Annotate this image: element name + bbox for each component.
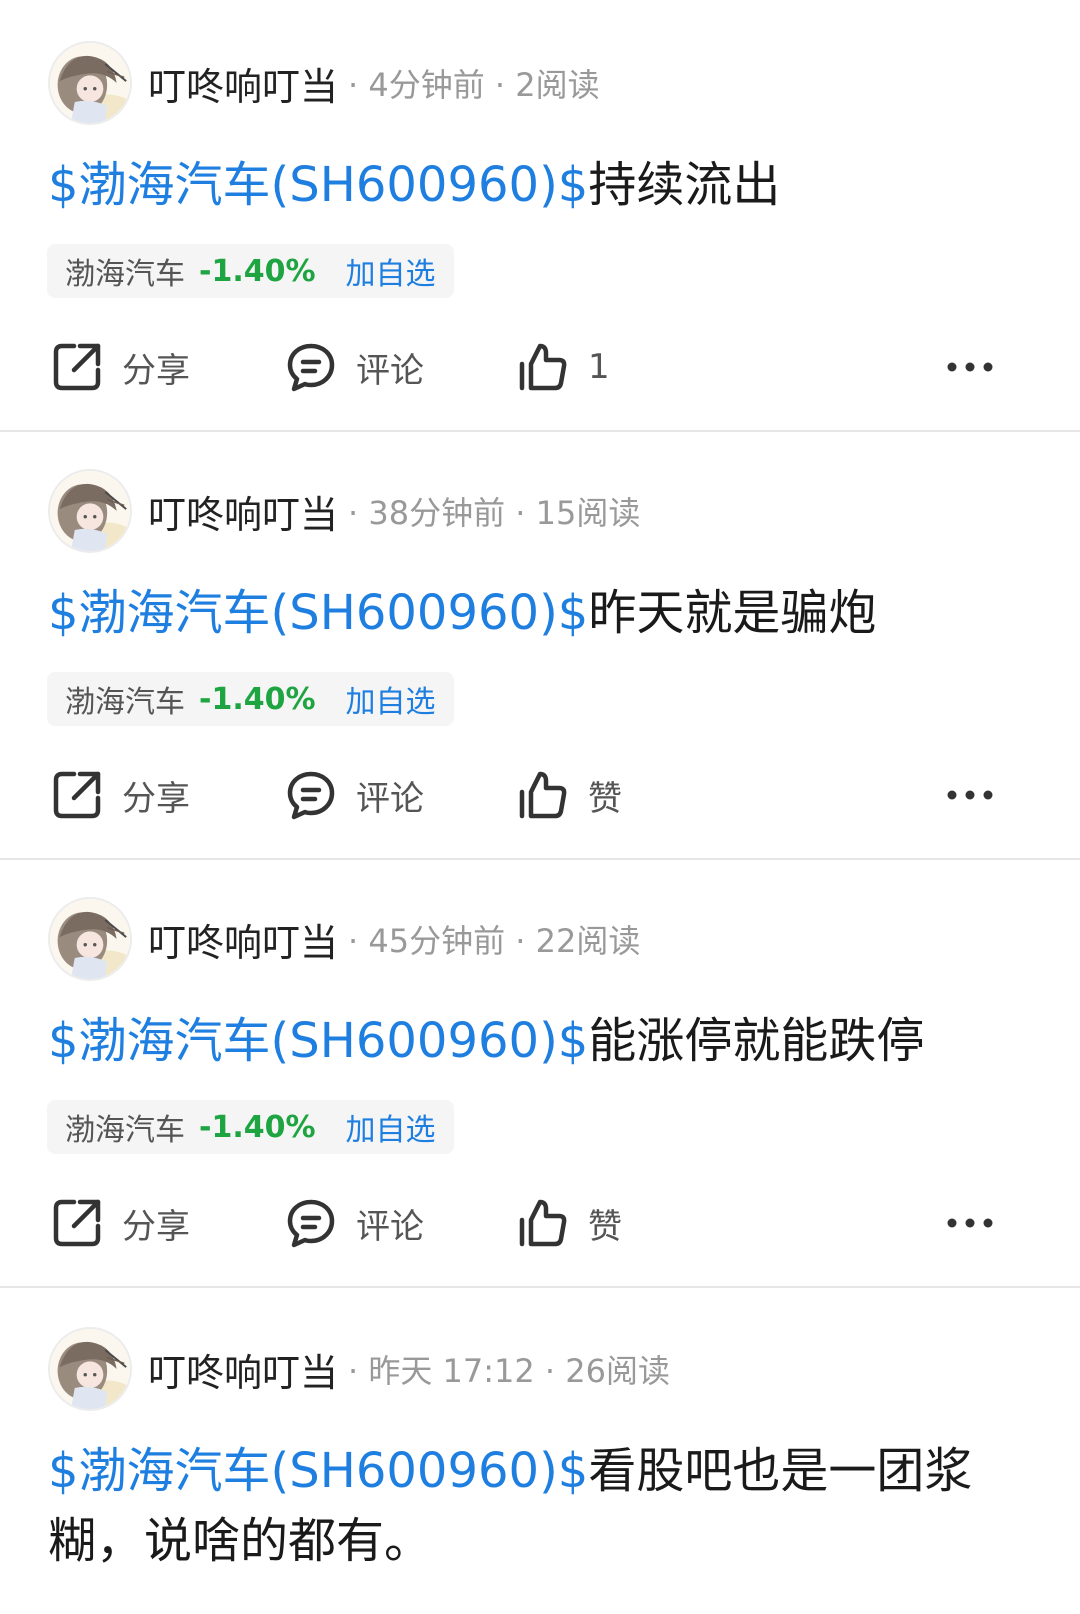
stock-tag-link[interactable]: $渤海汽车(SH600960)$ — [48, 585, 588, 641]
post-actions: 分享 评论 赞 — [50, 760, 1030, 830]
stock-name[interactable]: 渤海汽车 — [65, 677, 185, 721]
comment-button[interactable]: 评论 — [284, 760, 424, 830]
share-label: 分享 — [122, 778, 190, 819]
stock-pill[interactable]: 渤海汽车 -1.40% 加自选 — [47, 1100, 454, 1154]
post-header: 叮咚响叮当 · 38分钟前 · 15阅读 — [48, 466, 640, 556]
comment-label: 评论 — [356, 1206, 424, 1247]
comment-icon — [287, 771, 335, 820]
like-label: 赞 — [588, 1206, 622, 1247]
stock-pill[interactable]: 渤海汽车 -1.40% 加自选 — [47, 244, 454, 298]
share-button[interactable]: 分享 — [50, 332, 190, 402]
share-label: 分享 — [122, 1206, 190, 1247]
author-name[interactable]: 叮咚响叮当 — [148, 484, 338, 539]
share-button[interactable]: 分享 — [50, 1188, 190, 1258]
more-button[interactable] — [940, 1188, 1000, 1258]
more-icon — [947, 362, 993, 372]
post-content[interactable]: $渤海汽车(SH600960)$能涨停就能跌停 — [48, 1006, 1040, 1076]
share-icon — [53, 1199, 101, 1247]
stock-tag-link[interactable]: $渤海汽车(SH600960)$ — [48, 1443, 588, 1499]
stock-name[interactable]: 渤海汽车 — [65, 1105, 185, 1149]
share-icon — [53, 771, 101, 819]
avatar[interactable] — [48, 1327, 132, 1411]
post-text: 能涨停就能跌停 — [588, 1013, 925, 1069]
post-meta: · 昨天 17:12 · 26阅读 — [348, 1352, 670, 1390]
stock-change: -1.40% — [199, 253, 316, 289]
share-label: 分享 — [122, 350, 190, 391]
post-card[interactable]: 叮咚响叮当 · 4分钟前 · 2阅读 $渤海汽车(SH600960)$持续流出 … — [0, 0, 1080, 432]
avatar[interactable] — [48, 41, 132, 125]
like-count: 1 — [588, 347, 610, 387]
post-actions: 分享 评论 赞 — [50, 1188, 1030, 1258]
stock-change: -1.40% — [199, 681, 316, 717]
stock-pill[interactable]: 渤海汽车 -1.40% 加自选 — [47, 672, 454, 726]
post-text: 持续流出 — [588, 157, 781, 213]
like-label: 赞 — [588, 778, 622, 819]
post-meta: · 38分钟前 · 15阅读 — [348, 494, 641, 532]
like-icon — [519, 771, 567, 819]
avatar[interactable] — [48, 469, 132, 553]
post-header: 叮咚响叮当 · 4分钟前 · 2阅读 — [48, 38, 600, 128]
share-icon — [53, 343, 101, 391]
comment-label: 评论 — [356, 350, 424, 391]
like-button[interactable]: 赞 — [516, 1188, 622, 1258]
like-icon — [519, 1199, 567, 1247]
post-header: 叮咚响叮当 · 昨天 17:12 · 26阅读 — [48, 1324, 670, 1414]
more-button[interactable] — [940, 760, 1000, 830]
author-name[interactable]: 叮咚响叮当 — [148, 912, 338, 967]
post-text: 昨天就是骗炮 — [588, 585, 877, 641]
post-header: 叮咚响叮当 · 45分钟前 · 22阅读 — [48, 894, 640, 984]
add-watchlist-button[interactable]: 加自选 — [346, 249, 436, 293]
post-card[interactable]: 叮咚响叮当 · 38分钟前 · 15阅读 $渤海汽车(SH600960)$昨天就… — [0, 428, 1080, 860]
post-actions: 分享 评论 1 — [50, 332, 1030, 402]
post-meta: · 45分钟前 · 22阅读 — [348, 922, 641, 960]
comment-label: 评论 — [356, 778, 424, 819]
post-content[interactable]: $渤海汽车(SH600960)$昨天就是骗炮 — [48, 578, 1040, 648]
post-meta: · 4分钟前 · 2阅读 — [348, 66, 600, 104]
share-button[interactable]: 分享 — [50, 760, 190, 830]
comment-icon — [287, 1199, 335, 1248]
stock-change: -1.40% — [199, 1109, 316, 1145]
stock-name[interactable]: 渤海汽车 — [65, 249, 185, 293]
post-card[interactable]: 叮咚响叮当 · 45分钟前 · 22阅读 $渤海汽车(SH600960)$能涨停… — [0, 856, 1080, 1288]
like-button[interactable]: 赞 — [516, 760, 622, 830]
comment-button[interactable]: 评论 — [284, 332, 424, 402]
avatar[interactable] — [48, 897, 132, 981]
comment-icon — [287, 343, 335, 392]
post-content[interactable]: $渤海汽车(SH600960)$持续流出 — [48, 150, 1040, 220]
like-icon — [519, 343, 567, 391]
stock-tag-link[interactable]: $渤海汽车(SH600960)$ — [48, 157, 588, 213]
more-icon — [947, 790, 993, 800]
post-card[interactable]: 叮咚响叮当 · 昨天 17:12 · 26阅读 $渤海汽车(SH600960)$… — [0, 1284, 1080, 1614]
author-name[interactable]: 叮咚响叮当 — [148, 1342, 338, 1397]
stock-tag-link[interactable]: $渤海汽车(SH600960)$ — [48, 1013, 588, 1069]
author-name[interactable]: 叮咚响叮当 — [148, 56, 338, 111]
more-icon — [947, 1218, 993, 1228]
add-watchlist-button[interactable]: 加自选 — [346, 1105, 436, 1149]
like-button[interactable]: 1 — [516, 332, 610, 402]
post-content[interactable]: $渤海汽车(SH600960)$看股吧也是一团浆糊，说啥的都有。 — [48, 1436, 1040, 1576]
more-button[interactable] — [940, 332, 1000, 402]
comment-button[interactable]: 评论 — [284, 1188, 424, 1258]
add-watchlist-button[interactable]: 加自选 — [346, 677, 436, 721]
